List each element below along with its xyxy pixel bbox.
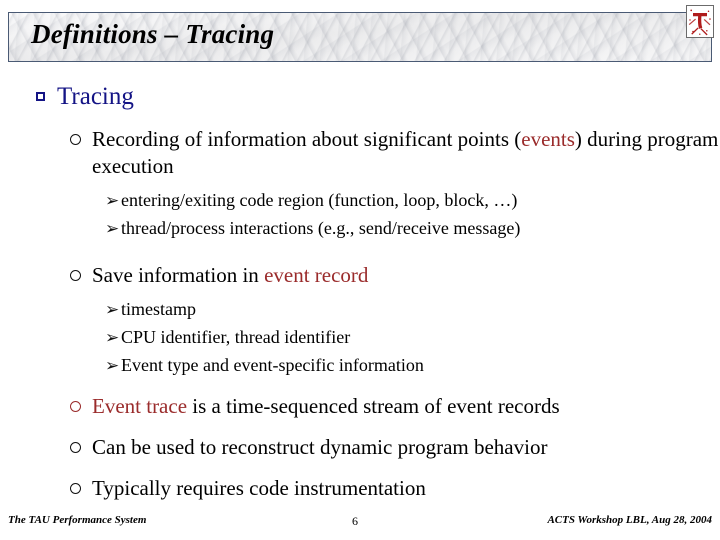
bullet-level3: ➢ Event type and event-specific informat…: [105, 353, 720, 379]
bullet-level3-text: thread/process interactions (e.g., send/…: [121, 218, 521, 238]
bullet-level2-text: Can be used to reconstruct dynamic progr…: [92, 435, 548, 459]
arrow-bullet-icon: ➢: [105, 191, 120, 211]
bullet-level2-text: Typically requires code instrumentation: [92, 476, 426, 500]
bullet-level2: Typically requires code instrumentation: [70, 475, 720, 502]
bullet-level3: ➢ entering/exiting code region (function…: [105, 188, 720, 214]
presentation-slide: Definitions – Tracing Tracing Recording …: [0, 0, 720, 540]
text-segment: Save information in: [92, 263, 265, 287]
slide-footer: The TAU Performance System 6 ACTS Worksh…: [0, 512, 720, 532]
bullet-level2-text: Recording of information about significa…: [92, 126, 720, 180]
bullet-level2: Can be used to reconstruct dynamic progr…: [70, 434, 720, 461]
bullet-level1-label: Tracing: [57, 83, 134, 110]
bullet-level3: ➢ thread/process interactions (e.g., sen…: [105, 216, 720, 242]
highlight-event-trace: Event trace: [92, 394, 188, 418]
circle-bullet-icon: [70, 401, 81, 412]
footer-left-text: The TAU Performance System: [8, 514, 147, 526]
arrow-bullet-icon: ➢: [105, 328, 120, 348]
square-bullet-icon: [36, 92, 45, 101]
bullet-level2: Event trace is a time-sequenced stream o…: [70, 393, 720, 420]
circle-bullet-icon: [70, 483, 81, 494]
tau-glyph-icon: [688, 9, 711, 36]
arrow-bullet-icon: ➢: [105, 300, 120, 320]
bullet-level3: ➢ CPU identifier, thread identifier: [105, 325, 720, 351]
bullet-level3-text: timestamp: [121, 299, 196, 319]
footer-right-text: ACTS Workshop LBL, Aug 28, 2004: [547, 514, 712, 526]
bullet-level2-text: Save information in event record: [92, 262, 368, 289]
circle-bullet-icon: [70, 134, 81, 145]
bullet-level3: ➢ timestamp: [105, 297, 720, 323]
arrow-bullet-icon: ➢: [105, 219, 120, 239]
text-segment: Recording of information about significa…: [92, 127, 522, 151]
circle-bullet-icon: [70, 270, 81, 281]
bullet-level3-text: Event type and event-specific informatio…: [121, 355, 424, 375]
bullet-level2: Recording of information about significa…: [70, 126, 720, 180]
circle-bullet-icon: [70, 442, 81, 453]
highlight-events: events: [521, 127, 575, 151]
text-segment: is a time-sequenced stream of event reco…: [187, 394, 560, 418]
slide-number: 6: [352, 514, 358, 528]
tau-logo: [686, 5, 714, 38]
arrow-bullet-icon: ➢: [105, 356, 120, 376]
page-title: Definitions – Tracing: [31, 19, 275, 49]
bullet-level2-text: Event trace is a time-sequenced stream o…: [92, 393, 560, 420]
bullet-level1: Tracing: [36, 82, 720, 112]
bullet-level3-text: entering/exiting code region (function, …: [121, 190, 518, 210]
slide-title-banner: Definitions – Tracing: [8, 12, 712, 62]
bullet-level3-text: CPU identifier, thread identifier: [121, 327, 351, 347]
slide-body: Tracing Recording of information about s…: [0, 78, 720, 502]
highlight-event-record: event record: [264, 263, 369, 287]
bullet-level2: Save information in event record: [70, 262, 720, 289]
